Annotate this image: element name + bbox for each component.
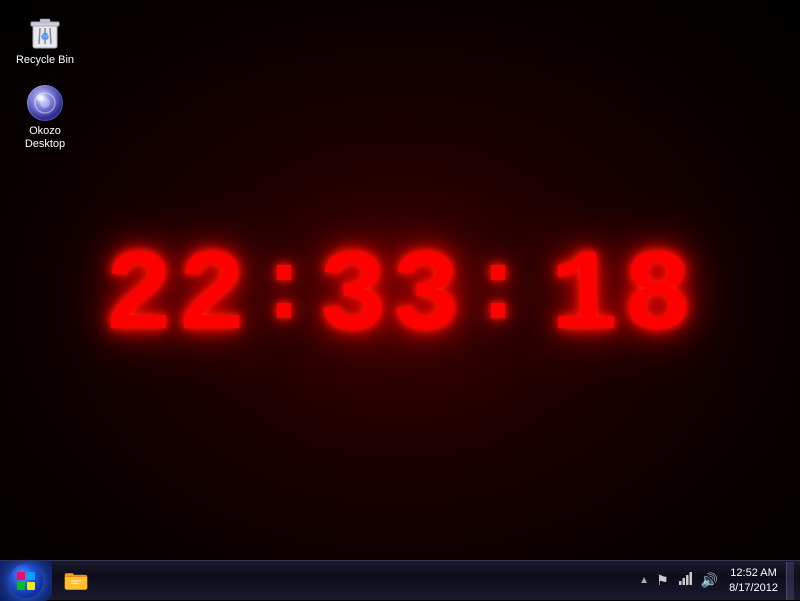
tray-date: 8/17/2012 (729, 581, 778, 595)
flag-icon[interactable]: ⚑ (653, 570, 672, 591)
speaker-icon[interactable]: 🔊 (698, 570, 721, 591)
recycle-bin-icon[interactable]: ♻ Recycle Bin (10, 10, 80, 71)
tray-time: 12:52 AM (730, 566, 776, 580)
led-clock: 22 : 33 : 18 (104, 236, 696, 359)
taskbar-explorer-button[interactable] (56, 563, 96, 599)
clock-colon-2: : (468, 236, 528, 359)
clock-minutes: 33 (318, 246, 464, 350)
desktop-icons: ♻ Recycle Bin (10, 10, 80, 156)
start-button[interactable] (0, 561, 52, 601)
desktop: ♻ Recycle Bin (0, 0, 800, 600)
tray-clock[interactable]: 12:52 AM 8/17/2012 (723, 561, 784, 600)
clock-hours: 22 (104, 246, 250, 350)
okozo-label: Okozo Desktop (25, 125, 65, 151)
clock-colon-1: : (254, 236, 314, 359)
clock-seconds: 18 (550, 246, 696, 350)
tray-expand-arrow[interactable]: ▲ (637, 573, 651, 588)
svg-text:♻: ♻ (41, 32, 50, 43)
recycle-bin-label: Recycle Bin (16, 54, 74, 67)
clock-display: 22 : 33 : 18 (104, 236, 696, 359)
network-icon[interactable] (674, 569, 696, 592)
taskbar-items (52, 561, 100, 600)
show-desktop-button[interactable] (786, 562, 794, 600)
okozo-desktop-image (27, 85, 63, 121)
okozo-desktop-icon[interactable]: Okozo Desktop (10, 81, 80, 155)
recycle-bin-image: ♻ (27, 14, 63, 50)
taskbar: ▲ ⚑ 🔊 12:52 AM 8/17/2012 (0, 560, 800, 600)
system-tray: ▲ ⚑ 🔊 12:52 AM 8/17/2012 (631, 561, 800, 600)
start-orb (9, 564, 43, 598)
